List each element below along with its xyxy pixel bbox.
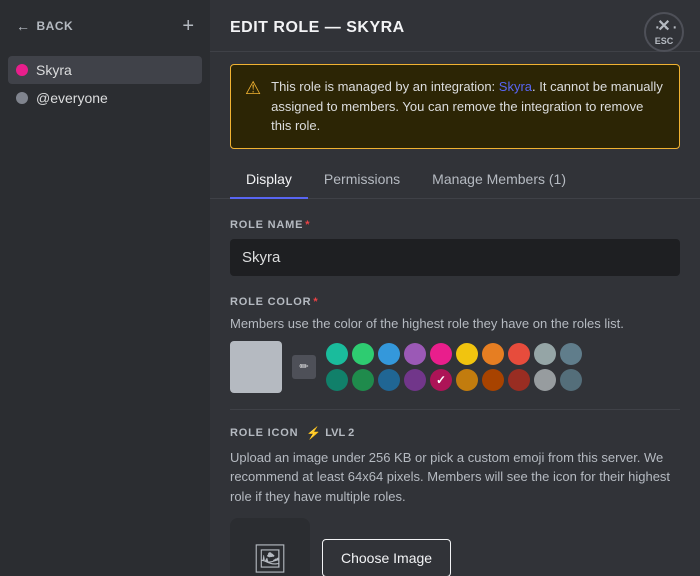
- warning-icon: ⚠: [245, 78, 261, 99]
- color-picker-row: ✏: [230, 341, 680, 393]
- swatch-1-8[interactable]: [508, 343, 530, 365]
- swatch-1-10[interactable]: [560, 343, 582, 365]
- warning-link[interactable]: Skyra: [499, 79, 532, 94]
- warning-banner: ⚠ This role is managed by an integration…: [230, 64, 680, 149]
- swatch-2-3[interactable]: [378, 369, 400, 391]
- icon-section-header: ROLE ICON ⚡ LVL 2: [230, 426, 680, 440]
- sidebar-header: ← BACK +: [8, 12, 202, 40]
- content-area: ROLE NAME* ROLE COLOR* Members use the c…: [210, 199, 700, 576]
- sidebar-item-everyone[interactable]: @everyone: [8, 84, 202, 112]
- esc-button[interactable]: ✕ ESC: [644, 12, 684, 52]
- back-arrow-icon: ←: [16, 18, 31, 34]
- role-name-input[interactable]: [230, 239, 680, 276]
- pencil-button[interactable]: ✏: [292, 355, 316, 379]
- swatch-1-9[interactable]: [534, 343, 556, 365]
- role-dot-everyone: [16, 92, 28, 104]
- color-preview-box[interactable]: [230, 341, 282, 393]
- close-icon: ✕: [657, 19, 670, 35]
- lvl-badge: ⚡ LVL 2: [306, 426, 354, 440]
- role-name-label: ROLE NAME*: [230, 219, 680, 231]
- icon-upload-row: 🖼 Choose Image: [230, 518, 680, 576]
- required-star: *: [305, 219, 310, 231]
- warning-text-before: This role is managed by an integration:: [271, 79, 499, 94]
- icon-upload-box[interactable]: 🖼: [230, 518, 310, 576]
- role-color-label: ROLE COLOR*: [230, 296, 680, 308]
- swatch-1-1[interactable]: [326, 343, 348, 365]
- choose-image-button[interactable]: Choose Image: [322, 539, 451, 576]
- role-dot-skyra: [16, 64, 28, 76]
- color-swatches: [326, 343, 582, 391]
- swatch-2-7[interactable]: [482, 369, 504, 391]
- sidebar-item-skyra[interactable]: Skyra: [8, 56, 202, 84]
- swatch-row-1: [326, 343, 582, 365]
- color-description: Members use the color of the highest rol…: [230, 316, 680, 331]
- main-panel: EDIT ROLE — SKYRA ··· ⚠ This role is man…: [210, 0, 700, 576]
- swatch-2-1[interactable]: [326, 369, 348, 391]
- role-icon-label: ROLE ICON: [230, 427, 298, 439]
- upload-plus-icon: 🖼: [252, 542, 288, 575]
- warning-text: This role is managed by an integration: …: [271, 77, 665, 136]
- swatch-1-7[interactable]: [482, 343, 504, 365]
- required-star-color: *: [313, 296, 318, 308]
- swatch-row-2: [326, 369, 582, 391]
- swatch-2-6[interactable]: [456, 369, 478, 391]
- swatch-2-4[interactable]: [404, 369, 426, 391]
- color-section: ROLE COLOR* Members use the color of the…: [230, 296, 680, 393]
- section-divider: [230, 409, 680, 410]
- swatch-2-10[interactable]: [560, 369, 582, 391]
- swatch-2-2[interactable]: [352, 369, 374, 391]
- app-wrapper: ← BACK + Skyra @everyone EDIT ROLE — SKY…: [0, 0, 700, 576]
- sidebar-item-label: @everyone: [36, 90, 108, 106]
- tab-permissions[interactable]: Permissions: [308, 161, 416, 199]
- lvl-text: LVL 2: [325, 427, 354, 439]
- swatch-2-5[interactable]: [430, 369, 452, 391]
- swatch-1-3[interactable]: [378, 343, 400, 365]
- back-label: BACK: [37, 19, 74, 33]
- page-title: EDIT ROLE — SKYRA: [230, 19, 405, 37]
- tabs-bar: Display Permissions Manage Members (1): [210, 161, 700, 199]
- boost-icon: ⚡: [306, 426, 321, 440]
- swatch-2-9[interactable]: [534, 369, 556, 391]
- swatch-1-5[interactable]: [430, 343, 452, 365]
- sidebar-item-label: Skyra: [36, 62, 72, 78]
- swatch-1-4[interactable]: [404, 343, 426, 365]
- tab-display[interactable]: Display: [230, 161, 308, 199]
- swatch-2-8[interactable]: [508, 369, 530, 391]
- esc-label: ESC: [655, 36, 674, 46]
- role-icon-description: Upload an image under 256 KB or pick a c…: [230, 448, 680, 507]
- swatch-1-6[interactable]: [456, 343, 478, 365]
- back-button[interactable]: ← BACK: [16, 18, 73, 34]
- add-role-button[interactable]: +: [182, 16, 194, 36]
- swatch-1-2[interactable]: [352, 343, 374, 365]
- tab-manage-members[interactable]: Manage Members (1): [416, 161, 582, 199]
- sidebar: ← BACK + Skyra @everyone: [0, 0, 210, 576]
- main-header: EDIT ROLE — SKYRA ···: [210, 0, 700, 52]
